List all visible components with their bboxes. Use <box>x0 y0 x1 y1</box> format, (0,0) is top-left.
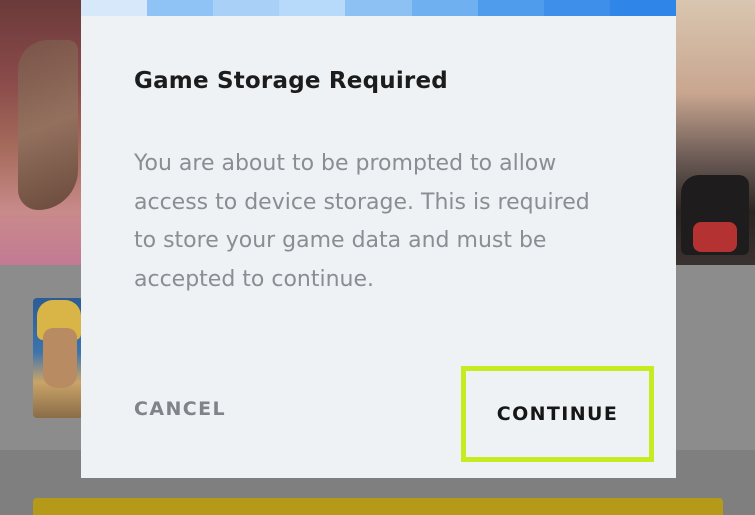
progress-segment <box>477 0 544 16</box>
storage-permission-dialog: Game Storage Required You are about to b… <box>81 0 676 478</box>
avatar-face <box>43 328 77 388</box>
hero-character-right-sock <box>693 222 737 252</box>
progress-segment <box>279 0 346 16</box>
dialog-message: You are about to be prompted to allow ac… <box>134 151 590 292</box>
background-yellow-button <box>33 498 723 515</box>
cancel-button[interactable]: CANCEL <box>134 398 226 420</box>
dialog-title: Game Storage Required <box>134 68 448 94</box>
avatar <box>33 298 83 418</box>
progress-segment <box>81 0 148 16</box>
progress-segment <box>147 0 214 16</box>
progress-segment <box>345 0 412 16</box>
dialog-progress-bar <box>81 0 676 16</box>
progress-segment <box>609 0 676 16</box>
continue-button[interactable]: CONTINUE <box>461 366 654 462</box>
progress-segment <box>543 0 610 16</box>
progress-segment <box>411 0 478 16</box>
hero-character-left-cape <box>18 40 78 210</box>
progress-segment <box>213 0 280 16</box>
